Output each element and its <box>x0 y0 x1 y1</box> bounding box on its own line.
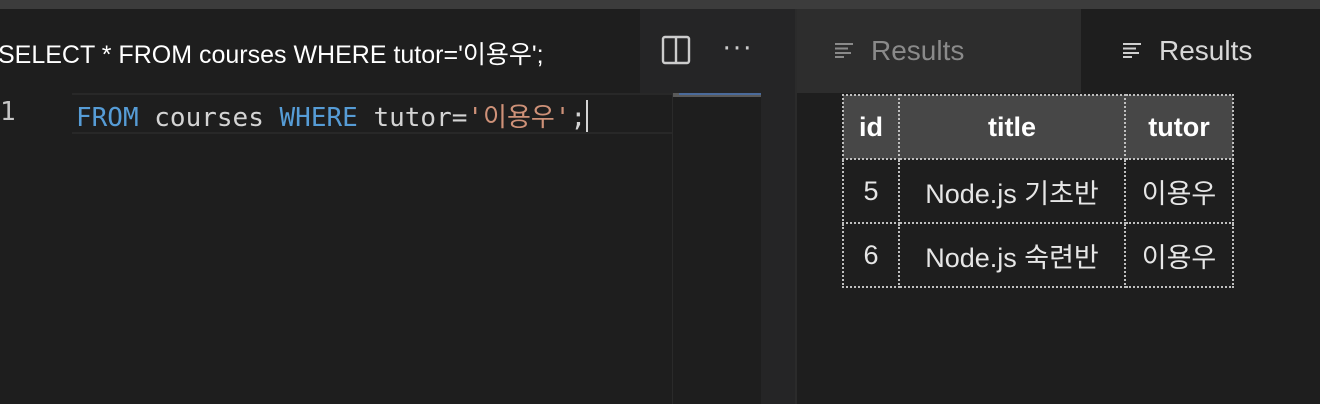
list-lines-icon <box>835 43 853 58</box>
editor-actions: ··· <box>640 9 795 93</box>
results-panel: id title tutor 5 Node.js 기초반 이용우 6 Node.… <box>797 93 1320 404</box>
cell-id: 6 <box>842 222 900 288</box>
editor-tab[interactable]: SELECT * FROM courses WHERE tutor='이용우'; <box>0 9 640 93</box>
cell-tutor: 이용우 <box>1124 222 1234 288</box>
split-editor-icon[interactable] <box>660 34 692 66</box>
text-cursor <box>586 100 589 132</box>
code-condition: tutor= <box>357 103 468 133</box>
column-header-id: id <box>842 94 900 160</box>
cell-id: 5 <box>842 158 900 224</box>
keyword-from: FROM <box>76 103 139 133</box>
results-table: id title tutor 5 Node.js 기초반 이용우 6 Node.… <box>842 94 1234 288</box>
results-tab-1-label: Results <box>871 35 965 66</box>
table-row: 6 Node.js 숙련반 이용우 <box>842 222 1234 288</box>
code-semicolon: ; <box>570 103 587 133</box>
title-bar-strip <box>0 0 1320 9</box>
line-number: 1 <box>0 97 16 127</box>
minimap[interactable] <box>672 93 795 404</box>
code-editor[interactable]: 1 FROM courses WHERE tutor='이용우'; <box>0 93 672 404</box>
list-lines-icon <box>1123 43 1141 58</box>
column-header-tutor: tutor <box>1124 94 1234 160</box>
results-tab-bar: Results Results <box>797 9 1320 93</box>
more-actions-icon[interactable]: ··· <box>720 33 756 65</box>
table-row: 5 Node.js 기초반 이용우 <box>842 158 1234 224</box>
cell-title: Node.js 기초반 <box>898 158 1126 224</box>
code-table-name: courses <box>138 103 280 133</box>
keyword-where: WHERE <box>279 103 358 133</box>
cell-title: Node.js 숙련반 <box>898 222 1126 288</box>
code-line[interactable]: FROM courses WHERE tutor='이용우'; <box>76 97 589 134</box>
editor-tab-bar: SELECT * FROM courses WHERE tutor='이용우'; <box>0 9 640 93</box>
cell-tutor: 이용우 <box>1124 158 1234 224</box>
results-tab-2[interactable]: Results <box>1081 9 1320 93</box>
table-header-row: id title tutor <box>842 94 1234 160</box>
column-header-title: title <box>898 94 1126 160</box>
results-tab-1[interactable]: Results <box>797 9 1081 93</box>
results-tab-2-label: Results <box>1159 35 1253 66</box>
minimap-code-line <box>679 93 761 95</box>
code-string-value: '이용우' <box>467 103 571 133</box>
editor-tab-title: SELECT * FROM courses WHERE tutor='이용우'; <box>0 41 544 69</box>
minimap-scroll-track <box>761 93 795 404</box>
